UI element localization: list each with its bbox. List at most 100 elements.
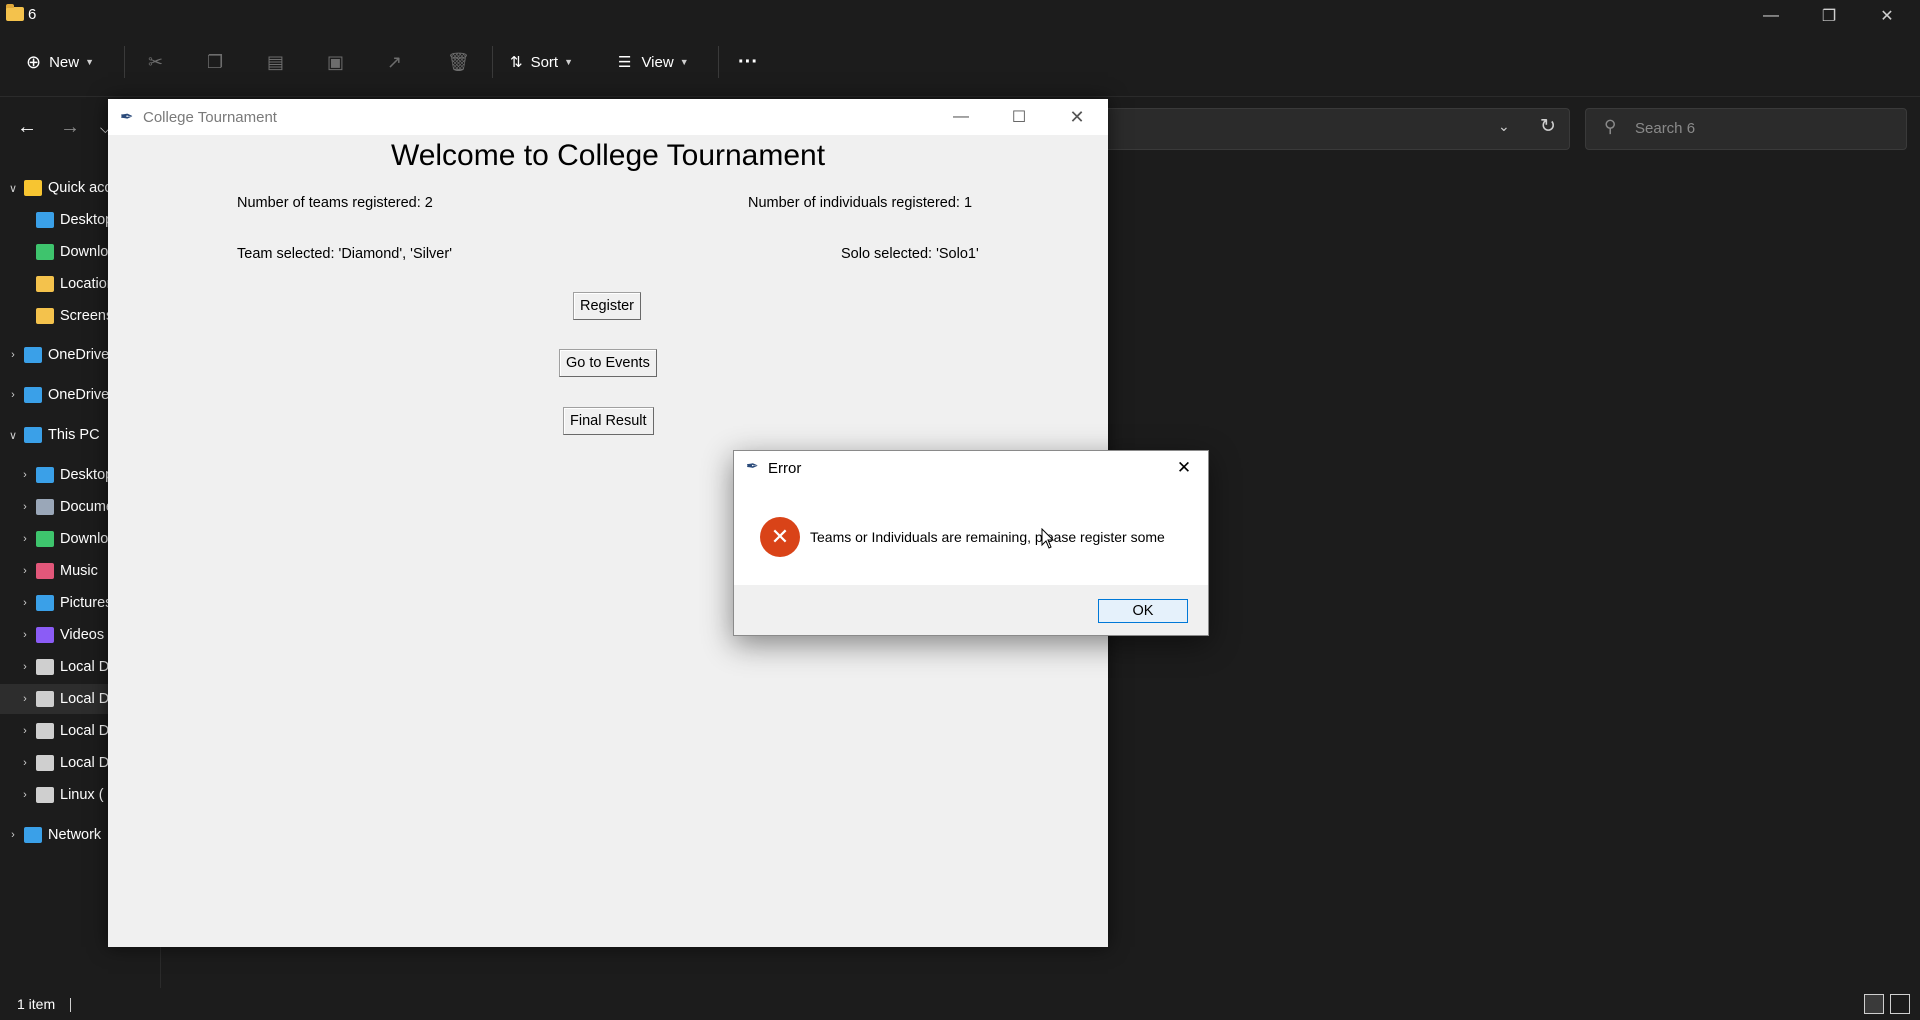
go-to-events-button[interactable]: Go to Events <box>559 349 657 377</box>
drive-icon <box>36 723 54 739</box>
refresh-icon[interactable]: ↻ <box>1540 115 1556 138</box>
app-maximize-button[interactable]: ☐ <box>991 99 1047 135</box>
drive-icon <box>36 787 54 803</box>
chevron-down-icon: ▼ <box>85 57 95 67</box>
search-icon: ⚲ <box>1604 117 1617 136</box>
chevron-right-icon[interactable]: › <box>18 565 32 577</box>
restore-button[interactable]: ❐ <box>1800 0 1858 32</box>
address-dropdown-icon[interactable]: ⌄ <box>1498 118 1510 135</box>
details-view-icon[interactable] <box>1864 994 1884 1014</box>
teams-count-label: Number of teams registered: 2 <box>237 195 433 211</box>
download-icon <box>36 531 54 547</box>
folder-icon <box>36 308 54 324</box>
toolbar-divider <box>718 46 719 78</box>
folder-icon <box>6 4 24 21</box>
search-input[interactable] <box>1585 108 1907 150</box>
chevron-right-icon[interactable]: › <box>18 693 32 705</box>
chevron-down-icon: ▼ <box>564 57 574 67</box>
sidebar-item-label: Network <box>48 827 102 843</box>
sidebar-item-label: Linux ( <box>60 787 104 803</box>
drive-icon <box>36 691 54 707</box>
sort-icon: ⇅ <box>510 54 523 71</box>
chevron-right-icon[interactable]: › <box>18 469 32 481</box>
sidebar-item-label: This PC <box>48 427 100 443</box>
command-bar <box>0 32 1920 96</box>
chevron-down-icon[interactable]: ∨ <box>6 182 20 195</box>
team-selected-label: Team selected: 'Diamond', 'Silver' <box>237 246 452 262</box>
computer-icon <box>24 427 42 443</box>
mouse-cursor-icon <box>1041 528 1055 549</box>
chevron-right-icon[interactable]: › <box>18 789 32 801</box>
chevron-right-icon[interactable]: › <box>18 757 32 769</box>
chevron-right-icon[interactable]: › <box>6 389 20 401</box>
sidebar-item-label: Desktop <box>60 467 114 483</box>
rename-icon[interactable]: ▣ <box>327 48 344 76</box>
sidebar-item-label: Desktop <box>60 212 114 228</box>
sidebar-item-label: Pictures <box>60 595 113 611</box>
pictures-icon <box>36 595 54 611</box>
cloud-icon <box>24 347 42 363</box>
ok-button[interactable]: OK <box>1098 599 1188 623</box>
forward-arrow-icon[interactable]: → <box>60 116 80 139</box>
video-icon <box>36 627 54 643</box>
share-icon[interactable]: ↗ <box>387 48 402 76</box>
tk-feather-icon: ✒ <box>746 458 759 475</box>
dialog-close-button[interactable]: ✕ <box>1160 451 1208 485</box>
chevron-down-icon[interactable]: ∨ <box>6 429 20 442</box>
app-minimize-button[interactable]: — <box>933 99 989 135</box>
view-button[interactable]: ☰ View ▼ <box>618 48 689 76</box>
chevron-right-icon[interactable]: › <box>18 501 32 513</box>
status-divider <box>70 998 71 1012</box>
chevron-right-icon[interactable]: › <box>18 533 32 545</box>
sort-label: Sort <box>530 53 559 71</box>
sidebar-item-label: OneDrive <box>48 347 110 363</box>
new-button[interactable]: ⊕ New ▼ <box>26 48 94 76</box>
folder-icon <box>36 276 54 292</box>
close-button[interactable]: ✕ <box>1858 0 1916 32</box>
music-icon <box>36 563 54 579</box>
paste-icon[interactable]: ▤ <box>267 48 284 76</box>
view-label: View <box>641 53 674 71</box>
chevron-right-icon[interactable]: › <box>18 661 32 673</box>
network-icon <box>24 827 42 843</box>
chevron-right-icon[interactable]: › <box>18 725 32 737</box>
individuals-count-label: Number of individuals registered: 1 <box>748 195 973 211</box>
toolbar-divider <box>124 46 125 78</box>
register-button[interactable]: Register <box>573 292 641 320</box>
desktop-icon <box>36 212 54 228</box>
sort-button[interactable]: ⇅ Sort ▼ <box>510 48 573 76</box>
drive-icon <box>36 755 54 771</box>
chevron-right-icon[interactable]: › <box>6 829 20 841</box>
chevron-right-icon[interactable]: › <box>6 349 20 361</box>
sidebar-item-label: OneDrive <box>48 387 110 403</box>
toolbar-divider <box>492 46 493 78</box>
error-message: Teams or Individuals are remaining, plea… <box>810 529 1165 545</box>
star-icon <box>24 180 42 196</box>
copy-icon[interactable]: ❐ <box>207 48 223 76</box>
welcome-heading: Welcome to College Tournament <box>390 139 826 172</box>
app-title: College Tournament <box>143 109 277 126</box>
download-icon <box>36 244 54 260</box>
final-result-button[interactable]: Final Result <box>563 407 654 435</box>
search-placeholder: Search 6 <box>1635 120 1696 137</box>
more-options-button[interactable]: ··· <box>738 48 758 76</box>
chevron-right-icon[interactable]: › <box>18 597 32 609</box>
minimize-button[interactable]: — <box>1742 0 1800 32</box>
plus-circle-icon: ⊕ <box>26 51 42 72</box>
item-count: 1 item <box>17 996 56 1012</box>
error-dialog: ✒ Error ✕ ✕ Teams or Individuals are rem… <box>733 450 1209 636</box>
tiles-view-icon[interactable] <box>1890 994 1910 1014</box>
delete-icon[interactable]: 🗑 <box>447 48 470 76</box>
explorer-titlebar <box>0 0 1920 32</box>
status-bar <box>0 990 1920 1020</box>
cut-icon[interactable]: ✂ <box>148 48 163 76</box>
error-icon: ✕ <box>760 517 800 557</box>
solo-selected-label: Solo selected: 'Solo1' <box>841 246 979 262</box>
back-arrow-icon[interactable]: ← <box>17 116 37 139</box>
dialog-title: Error <box>768 460 802 477</box>
chevron-right-icon[interactable]: › <box>18 629 32 641</box>
app-close-button[interactable]: ✕ <box>1049 99 1105 135</box>
tk-feather-icon: ✒ <box>120 109 134 126</box>
drive-icon <box>36 659 54 675</box>
document-icon <box>36 499 54 515</box>
